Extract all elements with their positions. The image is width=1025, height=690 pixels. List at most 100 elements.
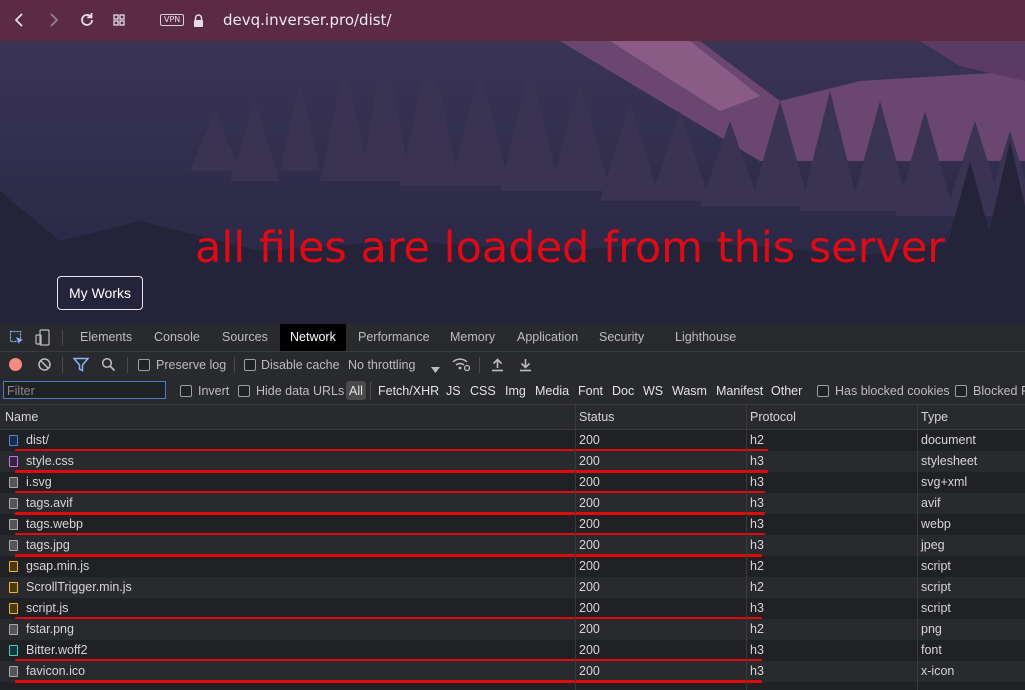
request-name: script.js bbox=[26, 601, 69, 615]
request-protocol: h3 bbox=[750, 496, 764, 510]
tab-network[interactable]: Network bbox=[280, 324, 346, 351]
request-status: 200 bbox=[579, 454, 600, 468]
toolbar-separator bbox=[234, 357, 235, 373]
annotation-text: all files are loaded from this server bbox=[195, 223, 945, 273]
record-icon[interactable] bbox=[9, 358, 22, 371]
column-divider bbox=[917, 405, 918, 690]
network-toolbar: Preserve log Disable cache No throttling bbox=[0, 352, 1025, 379]
throttling-select[interactable]: No throttling bbox=[348, 357, 415, 373]
dropdown-arrow-icon[interactable] bbox=[431, 362, 440, 376]
table-row[interactable]: tags.webp 200 h3 webp bbox=[0, 514, 1025, 536]
table-row[interactable]: gsap.min.js 200 h2 script bbox=[0, 556, 1025, 577]
tab-application[interactable]: Application bbox=[517, 324, 578, 351]
request-name: i.svg bbox=[26, 475, 52, 489]
vpn-badge[interactable]: VPN bbox=[160, 14, 185, 26]
request-name: gsap.min.js bbox=[26, 559, 90, 573]
column-header-type[interactable]: Type bbox=[921, 405, 948, 429]
tab-memory[interactable]: Memory bbox=[450, 324, 495, 351]
column-divider bbox=[746, 405, 747, 690]
filter-type-js[interactable]: JS bbox=[446, 383, 461, 399]
reload-icon[interactable] bbox=[77, 10, 97, 30]
stylesheet-icon bbox=[9, 456, 18, 467]
filter-type-fetch-xhr[interactable]: Fetch/XHR bbox=[378, 383, 439, 399]
address-bar[interactable]: devq.inverser.pro/dist/ bbox=[223, 11, 392, 30]
red-underline-annotation bbox=[15, 680, 762, 683]
hide-data-urls-checkbox[interactable] bbox=[238, 385, 250, 397]
request-status: 200 bbox=[579, 559, 600, 573]
tab-security[interactable]: Security bbox=[599, 324, 644, 351]
request-type: png bbox=[921, 622, 942, 636]
forward-icon[interactable] bbox=[43, 10, 63, 30]
inspect-element-icon[interactable] bbox=[9, 330, 25, 349]
devtools-panel: Elements Console Sources Network Perform… bbox=[0, 324, 1025, 690]
export-har-icon[interactable] bbox=[519, 357, 532, 375]
disable-cache-checkbox[interactable] bbox=[244, 359, 256, 371]
request-name: style.css bbox=[26, 454, 74, 468]
column-header-status[interactable]: Status bbox=[579, 405, 614, 429]
request-name: fstar.png bbox=[26, 622, 74, 636]
device-toolbar-icon[interactable] bbox=[35, 329, 51, 349]
column-header-protocol[interactable]: Protocol bbox=[750, 405, 796, 429]
request-type: stylesheet bbox=[921, 454, 978, 468]
preserve-log-label: Preserve log bbox=[156, 358, 227, 372]
tab-sources[interactable]: Sources bbox=[222, 324, 268, 351]
tabs-grid-icon[interactable] bbox=[110, 10, 130, 30]
filter-type-other[interactable]: Other bbox=[771, 383, 802, 399]
request-protocol: h3 bbox=[750, 517, 764, 531]
table-row[interactable]: dist/200 h2 document bbox=[0, 430, 1025, 452]
table-row[interactable]: script.js 200 h3 script bbox=[0, 598, 1025, 620]
column-header-name[interactable]: Name bbox=[5, 405, 38, 429]
document-icon bbox=[9, 435, 18, 446]
tab-performance[interactable]: Performance bbox=[358, 324, 430, 351]
tab-console[interactable]: Console bbox=[154, 324, 200, 351]
disable-cache-label: Disable cache bbox=[261, 358, 340, 372]
table-row[interactable]: ScrollTrigger.min.js 200 h2 script bbox=[0, 577, 1025, 598]
filter-type-ws[interactable]: WS bbox=[643, 383, 663, 399]
back-icon[interactable] bbox=[10, 10, 30, 30]
tab-lighthouse[interactable]: Lighthouse bbox=[675, 324, 736, 351]
script-icon bbox=[9, 582, 18, 593]
filter-type-font[interactable]: Font bbox=[578, 383, 603, 399]
filter-type-img[interactable]: Img bbox=[505, 383, 526, 399]
tab-elements[interactable]: Elements bbox=[80, 324, 132, 351]
table-row[interactable]: Bitter.woff2 200 h3 font bbox=[0, 640, 1025, 662]
devtools-tabbar: Elements Console Sources Network Perform… bbox=[0, 324, 1025, 352]
filter-type-manifest[interactable]: Manifest bbox=[716, 383, 763, 399]
filter-input[interactable]: Filter bbox=[3, 381, 166, 399]
lock-icon[interactable] bbox=[193, 13, 204, 27]
request-protocol: h2 bbox=[750, 559, 764, 573]
request-type: font bbox=[921, 643, 942, 657]
image-icon bbox=[9, 540, 18, 551]
request-status: 200 bbox=[579, 433, 600, 447]
filter-icon[interactable] bbox=[72, 357, 90, 375]
filter-type-css[interactable]: CSS bbox=[470, 383, 496, 399]
request-protocol: h2 bbox=[750, 622, 764, 636]
toolbar-separator bbox=[62, 357, 63, 373]
filter-type-all[interactable]: All bbox=[349, 383, 363, 399]
has-blocked-cookies-checkbox[interactable] bbox=[817, 385, 829, 397]
table-row[interactable]: tags.avif 200 h3 avif bbox=[0, 493, 1025, 515]
my-works-button[interactable]: My Works bbox=[57, 276, 143, 310]
network-conditions-icon[interactable] bbox=[452, 357, 471, 375]
invert-checkbox[interactable] bbox=[180, 385, 192, 397]
import-har-icon[interactable] bbox=[491, 357, 504, 375]
request-type: avif bbox=[921, 496, 941, 510]
request-name: tags.jpg bbox=[26, 538, 70, 552]
preserve-log-checkbox[interactable] bbox=[138, 359, 150, 371]
filter-type-wasm[interactable]: Wasm bbox=[672, 383, 707, 399]
hide-data-urls-label: Hide data URLs bbox=[256, 384, 345, 398]
table-row[interactable]: i.svg 200 h3 svg+xml bbox=[0, 472, 1025, 494]
request-protocol: h3 bbox=[750, 643, 764, 657]
table-row[interactable]: style.css 200 h3 stylesheet bbox=[0, 451, 1025, 473]
table-row[interactable]: tags.jpg 200 h3 jpeg bbox=[0, 535, 1025, 557]
request-status: 200 bbox=[579, 622, 600, 636]
search-icon[interactable] bbox=[101, 357, 116, 375]
filter-type-media[interactable]: Media bbox=[535, 383, 569, 399]
table-row[interactable]: favicon.ico 200 h3 x-icon bbox=[0, 661, 1025, 683]
request-protocol: h3 bbox=[750, 475, 764, 489]
blocked-requests-checkbox[interactable] bbox=[955, 385, 967, 397]
clear-icon[interactable] bbox=[37, 357, 52, 375]
table-row[interactable]: fstar.png 200 h2 png bbox=[0, 619, 1025, 640]
filter-type-doc[interactable]: Doc bbox=[612, 383, 634, 399]
image-icon bbox=[9, 498, 18, 509]
